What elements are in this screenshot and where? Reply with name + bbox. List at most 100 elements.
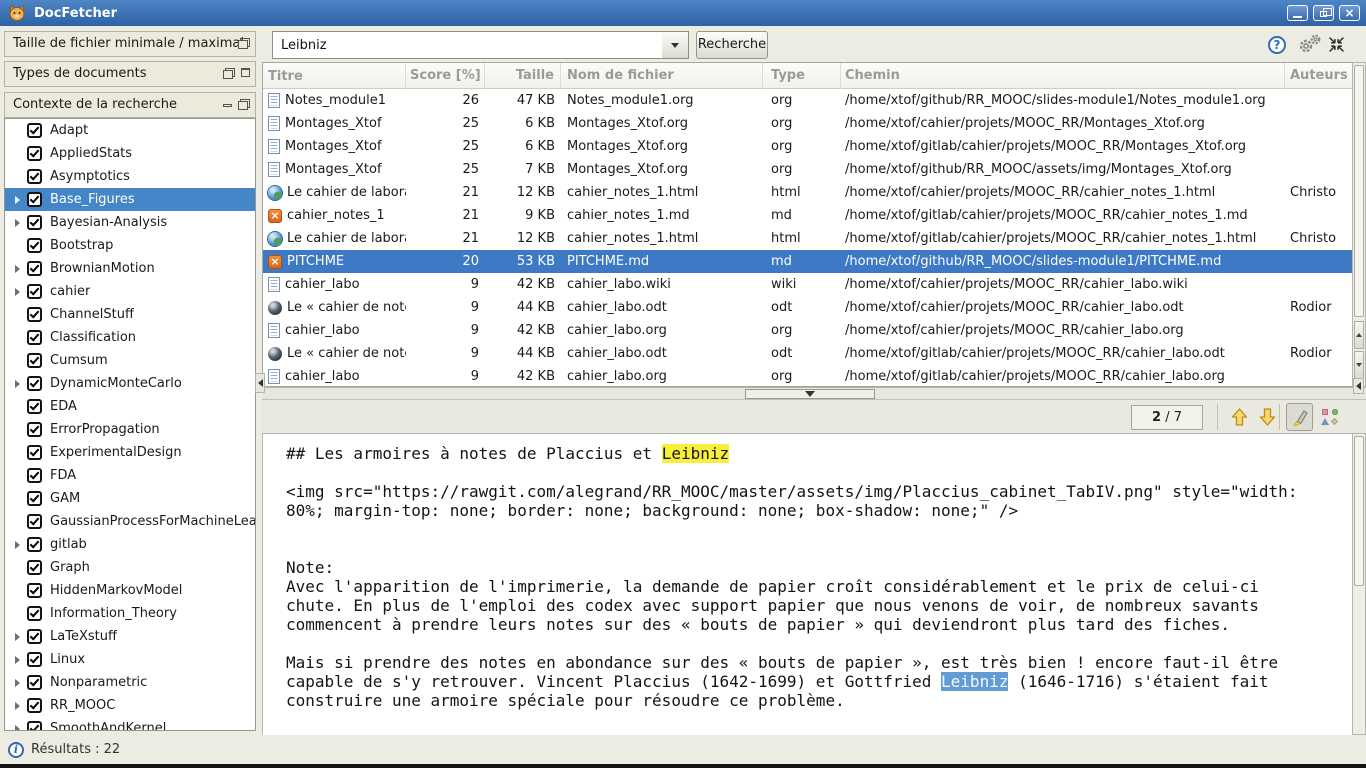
column-header-taille[interactable]: Taille [485,63,561,89]
tree-item[interactable]: DynamicMonteCarlo [5,372,255,395]
checkbox-icon[interactable] [27,284,42,299]
checkbox-icon[interactable] [27,169,42,184]
checkbox-icon[interactable] [27,537,42,552]
tree-item[interactable]: HiddenMarkovModel [5,579,255,602]
checkbox-icon[interactable] [27,606,42,621]
expander-icon[interactable] [15,656,20,664]
column-header-nom[interactable]: Nom de fichier [561,63,763,89]
tree-item[interactable]: GAM [5,487,255,510]
tree-item[interactable]: Linux [5,648,255,671]
table-row[interactable]: Notes_module12647 KBNotes_module1.orgorg… [263,89,1352,112]
expander-icon[interactable] [15,633,20,641]
tree-item[interactable]: gitlab [5,533,255,556]
tree-item[interactable]: GaussianProcessForMachineLea [5,510,255,533]
tree-item[interactable]: ChannelStuff [5,303,255,326]
expander-icon[interactable] [15,196,20,204]
tree-item[interactable]: BrownianMotion [5,257,255,280]
tree-item[interactable]: cahier [5,280,255,303]
tree-item[interactable]: SmoothAndKernel [5,717,255,731]
expander-icon[interactable] [15,265,20,273]
tree-item[interactable]: LaTeXstuff [5,625,255,648]
tree-item[interactable]: AppliedStats [5,142,255,165]
checkbox-icon[interactable] [27,238,42,253]
checkbox-icon[interactable] [27,675,42,690]
column-header-auteurs[interactable]: Auteurs [1285,63,1347,89]
panel-search-scope[interactable]: Contexte de la recherche [4,92,256,118]
expander-icon[interactable] [15,219,20,227]
scroll-up-button[interactable] [1354,321,1364,349]
maximize-panel-icon[interactable] [241,68,250,77]
table-row[interactable]: cahier_labo942 KBcahier_labo.orgorg/home… [263,365,1352,387]
expander-icon[interactable] [15,725,20,732]
tree-item[interactable]: RR_MOOC [5,694,255,717]
checkbox-icon[interactable] [27,560,42,575]
expander-icon[interactable] [15,288,20,296]
table-row[interactable]: PITCHME2053 KBPITCHME.mdmd/home/xtof/git… [263,250,1352,273]
table-row[interactable]: Montages_Xtof257 KBMontages_Xtof.orgorg/… [263,158,1352,181]
expander-icon[interactable] [15,679,20,687]
column-header-chemin[interactable]: Chemin [841,63,1285,89]
table-row[interactable]: Le « cahier de note944 KBcahier_labo.odt… [263,342,1352,365]
search-history-dropdown-button[interactable] [662,31,689,59]
scrollbar-thumb[interactable] [1354,436,1364,586]
table-preview-splitter[interactable] [262,387,1366,399]
column-header-score[interactable]: Score [%] [406,63,485,89]
column-header-titre[interactable]: Titre [263,63,406,89]
tree-item[interactable]: FDA [5,464,255,487]
tree-item[interactable]: Information_Theory [5,602,255,625]
panel-file-size[interactable]: Taille de fichier minimale / maximal [4,31,256,57]
tree-item[interactable]: Bootstrap [5,234,255,257]
table-vertical-scrollbar[interactable] [1352,62,1366,387]
tree-item[interactable]: Adapt [5,119,255,142]
checkbox-icon[interactable] [27,376,42,391]
checkbox-icon[interactable] [27,123,42,138]
restore-panel-icon[interactable] [238,38,250,49]
table-row[interactable]: Le cahier de labora2112 KBcahier_notes_1… [263,181,1352,204]
table-row[interactable]: Montages_Xtof256 KBMontages_Xtof.orgorg/… [263,112,1352,135]
scrollbar-thumb[interactable] [1354,65,1364,317]
checkbox-icon[interactable] [27,307,42,322]
checkbox-icon[interactable] [27,652,42,667]
search-button[interactable]: Recherche [696,31,768,59]
highlighting-toggle-button[interactable] [1286,403,1313,431]
table-row[interactable]: Le cahier de labora2112 KBcahier_notes_1… [263,227,1352,250]
tree-item[interactable]: EDA [5,395,255,418]
checkbox-icon[interactable] [27,629,42,644]
close-button[interactable]: × [1339,5,1360,21]
tree-item[interactable]: Cumsum [5,349,255,372]
restore-button[interactable] [1313,5,1334,21]
table-row[interactable]: Montages_Xtof256 KBMontages_Xtof.orgorg/… [263,135,1352,158]
gears-icon[interactable] [1296,33,1324,55]
help-icon[interactable]: ? [1268,36,1286,54]
panel-collapse-handle[interactable] [1353,378,1364,394]
expander-icon[interactable] [15,541,20,549]
checkbox-icon[interactable] [27,215,42,230]
tree-item[interactable]: ExperimentalDesign [5,441,255,464]
search-input[interactable] [272,31,663,59]
html-preview-toggle-button[interactable] [1318,403,1342,431]
expander-icon[interactable] [15,702,20,710]
table-row[interactable]: Le « cahier de note944 KBcahier_labo.odt… [263,296,1352,319]
preview-vertical-scrollbar[interactable] [1352,433,1366,735]
sidebar-collapse-handle[interactable] [255,373,265,393]
next-occurrence-button[interactable] [1254,403,1281,431]
tree-item[interactable]: Base_Figures [5,188,255,211]
checkbox-icon[interactable] [27,399,42,414]
table-row[interactable]: cahier_labo942 KBcahier_labo.wikiwiki/ho… [263,273,1352,296]
checkbox-icon[interactable] [27,514,42,529]
tree-item[interactable]: ErrorPropagation [5,418,255,441]
table-row[interactable]: cahier_notes_1219 KBcahier_notes_1.mdmd/… [263,204,1352,227]
checkbox-icon[interactable] [27,468,42,483]
checkbox-icon[interactable] [27,491,42,506]
tree-item[interactable]: Bayesian-Analysis [5,211,255,234]
minimize-button[interactable] [1287,5,1308,21]
checkbox-icon[interactable] [27,192,42,207]
table-row[interactable]: cahier_labo942 KBcahier_labo.orgorg/home… [263,319,1352,342]
tree-item[interactable]: Nonparametric [5,671,255,694]
tree-item[interactable]: Asymptotics [5,165,255,188]
checkbox-icon[interactable] [27,721,42,731]
scroll-down-button[interactable] [1354,351,1364,379]
tree-item[interactable]: Graph [5,556,255,579]
restore-panel-icon[interactable] [223,68,235,79]
minimize-panel-icon[interactable] [223,104,232,107]
